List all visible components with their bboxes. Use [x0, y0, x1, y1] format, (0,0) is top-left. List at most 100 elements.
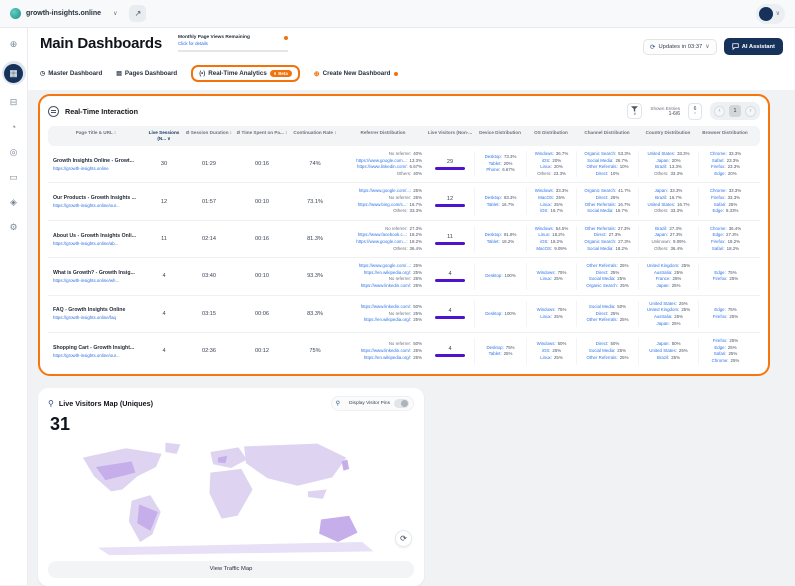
metric-value: 00:16 — [234, 236, 290, 242]
column-header[interactable]: Page Title & URL ↕ — [48, 130, 144, 142]
page-size-select[interactable]: 6 ∨ — [688, 103, 702, 120]
add-icon[interactable]: ⊕ — [6, 36, 22, 52]
metric-value: 03:15 — [184, 311, 234, 317]
dist-link: MacOS: — [536, 246, 552, 251]
distribution-cell: Japan:33.3%Brazil:16.7%United States:16.… — [638, 188, 698, 214]
filter-button[interactable]: ∨ — [627, 103, 642, 119]
chevron-down-icon: ∨ — [776, 10, 780, 17]
dist-value: 25% — [610, 311, 619, 316]
quota-details-link[interactable]: Click for details — [178, 41, 288, 46]
updates-timer[interactable]: ⟳ Updates in 03:37 ∨ — [643, 39, 717, 55]
table-row[interactable]: Growth Insights Online - Growt...https:/… — [48, 146, 760, 183]
next-page-button[interactable]: › — [745, 106, 756, 117]
dist-value: 25% — [413, 348, 422, 353]
table-row[interactable]: What is Growth? - Growth Insig... https:/… — [48, 258, 760, 295]
page-url-link[interactable]: https://growth-insights.online/ab... — [53, 241, 144, 246]
tab-real-time-analytics[interactable]: (•)Real-Time AnalyticsBeta — [191, 65, 300, 82]
map-card-title: Live Visitors Map (Uniques) — [59, 399, 153, 408]
view-traffic-map-button[interactable]: View Traffic Map — [48, 561, 414, 578]
prev-page-button[interactable]: ‹ — [714, 106, 725, 117]
dist-link: United States: — [647, 151, 675, 156]
dist-link: https://www.google.com/...: — [359, 263, 411, 268]
map-asia — [244, 443, 346, 485]
dist-link: Japan: — [657, 321, 670, 326]
settings-icon[interactable]: ⚙ — [6, 219, 22, 235]
dist-link: https://www.bing.com/s...: — [358, 202, 408, 207]
table-row[interactable]: FAQ - Growth Insights Onlinehttps://grow… — [48, 296, 760, 333]
goals-icon[interactable]: ◎ — [6, 144, 22, 160]
metric-value: 12 — [144, 199, 184, 205]
ai-assistant-button[interactable]: AI Assistant — [724, 38, 783, 55]
column-header[interactable]: Live Sessions (N... ∨ — [144, 130, 184, 142]
dist-value: 25% — [413, 355, 422, 360]
visitor-pins-switch[interactable] — [394, 399, 409, 408]
distribution-cell: Windows:75%Linux:25% — [526, 301, 576, 327]
dist-link: Other Referrals: — [586, 355, 617, 360]
sessions-icon[interactable]: ▭ — [6, 169, 22, 185]
main-area: Main Dashboards Monthly Page Views Remai… — [28, 28, 795, 585]
dist-value: 25% — [554, 314, 563, 319]
distribution-cell: United Kingdom:25%Australia:25%France:25… — [638, 263, 698, 289]
realtime-icon[interactable]: ◔ — [6, 119, 22, 135]
dist-value: 16.7% — [410, 202, 422, 207]
updates-label: Updates in 03:37 — [658, 44, 702, 50]
dist-value: 27.3% — [726, 232, 738, 237]
dist-value: 6.67% — [410, 164, 422, 169]
dist-value: 20% — [552, 158, 561, 163]
visitor-pins-toggle-group[interactable]: ⚲ Display Visitor Pins — [331, 396, 414, 411]
dist-value: 8.33% — [726, 208, 738, 213]
dist-link: Desktop: — [485, 195, 502, 200]
chevron-down-icon[interactable]: ∨ — [113, 10, 117, 17]
page-title-cell: What is Growth? - Growth Insig... https:/… — [48, 270, 144, 283]
dist-value: 25% — [552, 348, 561, 353]
realtime-interaction-panel: Real-Time Interaction ∨ Shown Entries 1-… — [38, 94, 770, 376]
dist-value: 27.3% — [410, 226, 422, 231]
dist-label: Others: — [537, 171, 551, 176]
dist-link: https://www.linkedin.com/: — [361, 283, 412, 288]
quota-widget[interactable]: Monthly Page Views Remaining Click for d… — [178, 35, 288, 52]
open-site-button[interactable]: ↗ — [129, 5, 146, 22]
page-url-link[interactable]: https://growth-insights.online/faq — [53, 315, 144, 320]
map-refresh-button[interactable]: ⟳ — [395, 530, 412, 547]
dist-value: 33.3% — [670, 188, 682, 193]
column-header[interactable]: Continuation Rate ↕ — [290, 130, 340, 142]
reports-icon[interactable]: ⊟ — [6, 94, 22, 110]
column-header[interactable]: Ø Session Duration ↕ — [184, 130, 234, 142]
account-menu[interactable]: ∨ — [756, 4, 785, 24]
dist-value: 25% — [556, 195, 565, 200]
tab-create-new-dashboard[interactable]: ⊕Create New Dashboard — [314, 70, 399, 78]
page-title-cell: Our Products - Growth Insights ...https:… — [48, 195, 144, 208]
page-title-text: What is Growth? - Growth Insig... — [53, 270, 144, 276]
page-url-link[interactable]: https://growth-insights.online/our... — [53, 353, 144, 358]
current-page[interactable]: 1 — [729, 105, 741, 117]
dist-value: 53.3% — [618, 151, 630, 156]
page-url-link[interactable]: https://growth-insights.online/our... — [53, 203, 144, 208]
dist-value: 10% — [620, 164, 629, 169]
table-row[interactable]: About Us - Growth Insights Onli...https:… — [48, 221, 760, 258]
site-selector[interactable]: growth-insights.online — [10, 8, 101, 19]
distribution-cell: Windows:54.5%Linux:18.2%iOS:18.2%MacOS:9… — [526, 226, 576, 252]
metric-value: 00:10 — [234, 199, 290, 205]
dist-link: Desktop: — [485, 273, 502, 278]
dist-value: 20% — [672, 158, 681, 163]
column-header[interactable]: Ø Time Spent on Pa... ↕ — [234, 130, 290, 142]
tab-pages-dashboard[interactable]: ▤Pages Dashboard — [116, 70, 177, 77]
dashboards-icon[interactable]: ▦ — [2, 61, 26, 85]
dist-value: 18.2% — [728, 239, 740, 244]
dist-value: 20% — [504, 161, 513, 166]
distribution-cell: Japan:50%United States:25%Brazil:25% — [638, 338, 698, 364]
page-title-cell: FAQ - Growth Insights Onlinehttps://grow… — [48, 307, 144, 320]
column-header: Device Distribution — [474, 130, 526, 142]
app-screen: growth-insights.online ∨ ↗ ∨ ⊕ ▦ ⊟ ◔ ◎ ▭ ◈ ⚙ Ma… — [0, 0, 795, 585]
table-row[interactable]: Our Products - Growth Insights ...https:… — [48, 183, 760, 220]
dist-link: Windows: — [535, 151, 554, 156]
table-row[interactable]: Shopping Cart - Growth Insight...https:/… — [48, 333, 760, 369]
page-url-link[interactable]: https://growth-insights.online/wh... — [53, 278, 144, 283]
privacy-icon[interactable]: ◈ — [6, 194, 22, 210]
page-url-link[interactable]: https://growth-insights.online — [53, 166, 144, 171]
dist-value: 25% — [620, 317, 629, 322]
dist-value: 36.4% — [729, 226, 741, 231]
dist-value: 25% — [617, 276, 626, 281]
dist-value: 100% — [505, 311, 516, 316]
tab-master-dashboard[interactable]: ◷Master Dashboard — [40, 70, 102, 77]
